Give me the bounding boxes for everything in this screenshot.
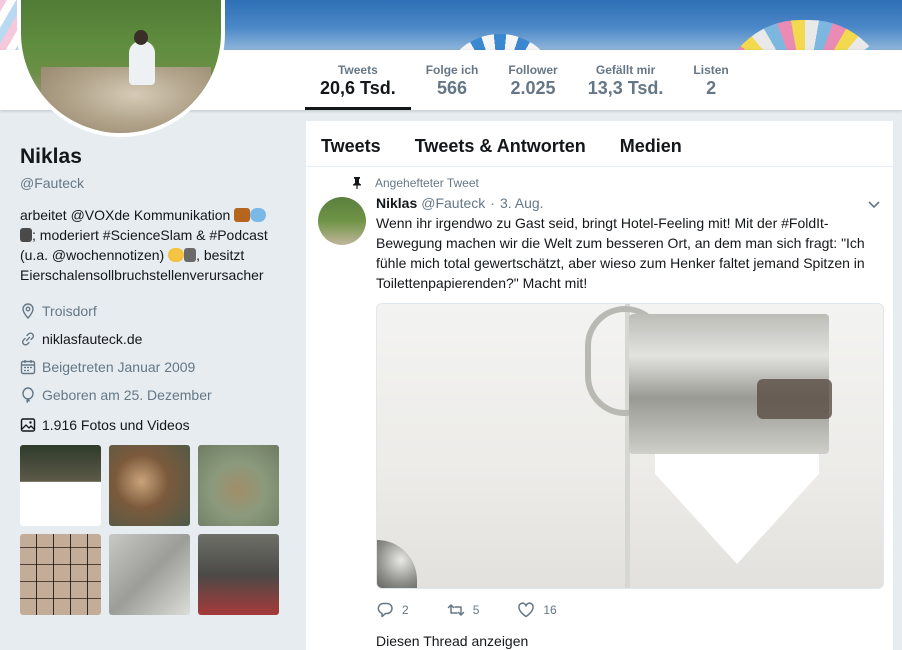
- photo-thumbnail[interactable]: [109, 445, 190, 526]
- photo-thumbnail[interactable]: [109, 534, 190, 615]
- banner-umbrella-right: [720, 20, 890, 50]
- profile-card: Niklas @Fauteck arbeitet @VOXde Kommunik…: [20, 145, 290, 433]
- retweet-count: 5: [472, 603, 480, 617]
- stat-value: 2.025: [510, 78, 556, 98]
- stat-tweets[interactable]: Tweets 20,6 Tsd.: [305, 50, 411, 110]
- media-folded-paper: [655, 454, 819, 564]
- tweet-author-handle[interactable]: @Fauteck: [421, 195, 485, 211]
- stat-label: Folge ich: [425, 63, 479, 77]
- website-link[interactable]: niklasfauteck.de: [42, 331, 142, 347]
- stat-label: Tweets: [337, 63, 378, 77]
- photo-thumbnail[interactable]: [20, 534, 101, 615]
- tab-tweets[interactable]: Tweets: [321, 121, 381, 166]
- stat-value: 2: [706, 78, 717, 98]
- calendar-icon: [20, 359, 36, 375]
- person-emoji-icon: [168, 248, 185, 262]
- like-count: 16: [543, 603, 557, 617]
- like-button[interactable]: 16: [517, 601, 557, 619]
- avatar-rock: [41, 67, 211, 133]
- timeline-tabs: Tweets Tweets & Antworten Medien: [306, 121, 893, 167]
- bio-text: arbeitet @VOXde Kommunikation: [20, 207, 231, 223]
- tweet-author-name[interactable]: Niklas: [376, 195, 417, 211]
- stat-following[interactable]: Folge ich 566: [411, 50, 494, 110]
- show-thread-link[interactable]: Diesen Thread anzeigen: [376, 633, 528, 649]
- profile-meta: Troisdorf niklasfauteck.de Beigetreten J…: [20, 297, 290, 409]
- retweet-button[interactable]: 5: [447, 601, 480, 619]
- photos-count: 1.916 Fotos und Videos: [42, 417, 190, 433]
- tweet-actions: 2 5 16: [376, 601, 595, 619]
- pen-emoji-icon: [20, 228, 32, 242]
- image-icon: [20, 417, 36, 433]
- stat-label: Listen: [693, 63, 729, 77]
- bio-text: ; moderiert #ScienceSlam & #Podcast: [32, 227, 268, 243]
- reply-count: 2: [402, 603, 409, 617]
- banner-umbrella-center: [440, 34, 560, 50]
- profile-bio: arbeitet @VOXde Kommunikation ; moderier…: [20, 205, 285, 285]
- timeline-panel: Tweets Tweets & Antworten Medien Angehef…: [306, 121, 893, 650]
- profile-joined: Beigetreten Januar 2009: [20, 353, 290, 381]
- profile-location: Troisdorf: [20, 297, 290, 325]
- tweet-separator: ·: [490, 195, 495, 211]
- profile-avatar[interactable]: [17, 0, 225, 137]
- photos-videos-header[interactable]: 1.916 Fotos und Videos: [20, 417, 290, 433]
- briefcase-emoji-icon: [234, 208, 251, 222]
- profile-website: niklasfauteck.de: [20, 325, 290, 353]
- tweet-header: Niklas @Fauteck · 3. Aug.: [376, 195, 544, 211]
- bio-text: , besitzt: [196, 247, 245, 263]
- location-text: Troisdorf: [42, 303, 97, 319]
- heart-icon: [518, 602, 535, 618]
- chevron-down-icon[interactable]: [867, 197, 881, 211]
- profile-handle[interactable]: @Fauteck: [20, 175, 290, 191]
- tweet-avatar[interactable]: [318, 197, 366, 245]
- stat-lists[interactable]: Listen 2: [678, 50, 743, 110]
- pin-icon: [351, 177, 363, 189]
- tab-media[interactable]: Medien: [620, 121, 682, 166]
- stat-label: Gefällt mir: [595, 63, 656, 77]
- photo-thumbnail[interactable]: [20, 445, 101, 526]
- tab-tweets-and-replies[interactable]: Tweets & Antworten: [415, 121, 586, 166]
- pinned-tweet-label: Angehefteter Tweet: [351, 176, 479, 190]
- profile-name[interactable]: Niklas: [20, 145, 290, 169]
- joined-text: Beigetreten Januar 2009: [42, 359, 196, 375]
- stat-value: 566: [437, 78, 468, 98]
- speech-bubble-emoji-icon: [250, 208, 267, 222]
- stat-value: 20,6 Tsd.: [320, 78, 396, 98]
- stat-label: Follower: [508, 63, 558, 77]
- tweet-timestamp[interactable]: 3. Aug.: [500, 195, 544, 211]
- tweet-media-image[interactable]: [376, 303, 884, 589]
- location-pin-icon: [20, 303, 36, 319]
- birthday-text: Geboren am 25. Dezember: [42, 387, 212, 403]
- stat-value: 13,3 Tsd.: [587, 78, 664, 98]
- microphone-emoji-icon: [184, 248, 197, 262]
- balloon-icon: [20, 387, 36, 403]
- reply-icon: [377, 602, 393, 618]
- avatar-head: [134, 30, 148, 45]
- retweet-icon: [447, 604, 464, 616]
- photo-grid: [20, 445, 280, 615]
- bio-text: Eierschalensollbruchstellenverursacher: [20, 267, 264, 283]
- photo-thumbnail[interactable]: [198, 445, 279, 526]
- media-reflection: [757, 379, 832, 419]
- pinned-label-text: Angehefteter Tweet: [375, 176, 479, 190]
- profile-stats: Tweets 20,6 Tsd. Folge ich 566 Follower …: [305, 50, 744, 110]
- profile-birthday: Geboren am 25. Dezember: [20, 381, 290, 409]
- stat-likes[interactable]: Gefällt mir 13,3 Tsd.: [573, 50, 679, 110]
- avatar-person: [129, 41, 155, 85]
- tweet-text: Wenn ihr irgendwo zu Gast seid, bringt H…: [376, 215, 865, 291]
- bio-text: (u.a. @wochennotizen): [20, 247, 165, 263]
- link-icon: [20, 331, 36, 347]
- stat-followers[interactable]: Follower 2.025: [493, 50, 572, 110]
- reply-button[interactable]: 2: [376, 601, 409, 619]
- photo-thumbnail[interactable]: [198, 534, 279, 615]
- media-knob: [377, 540, 417, 588]
- avatar-photo: [21, 0, 221, 133]
